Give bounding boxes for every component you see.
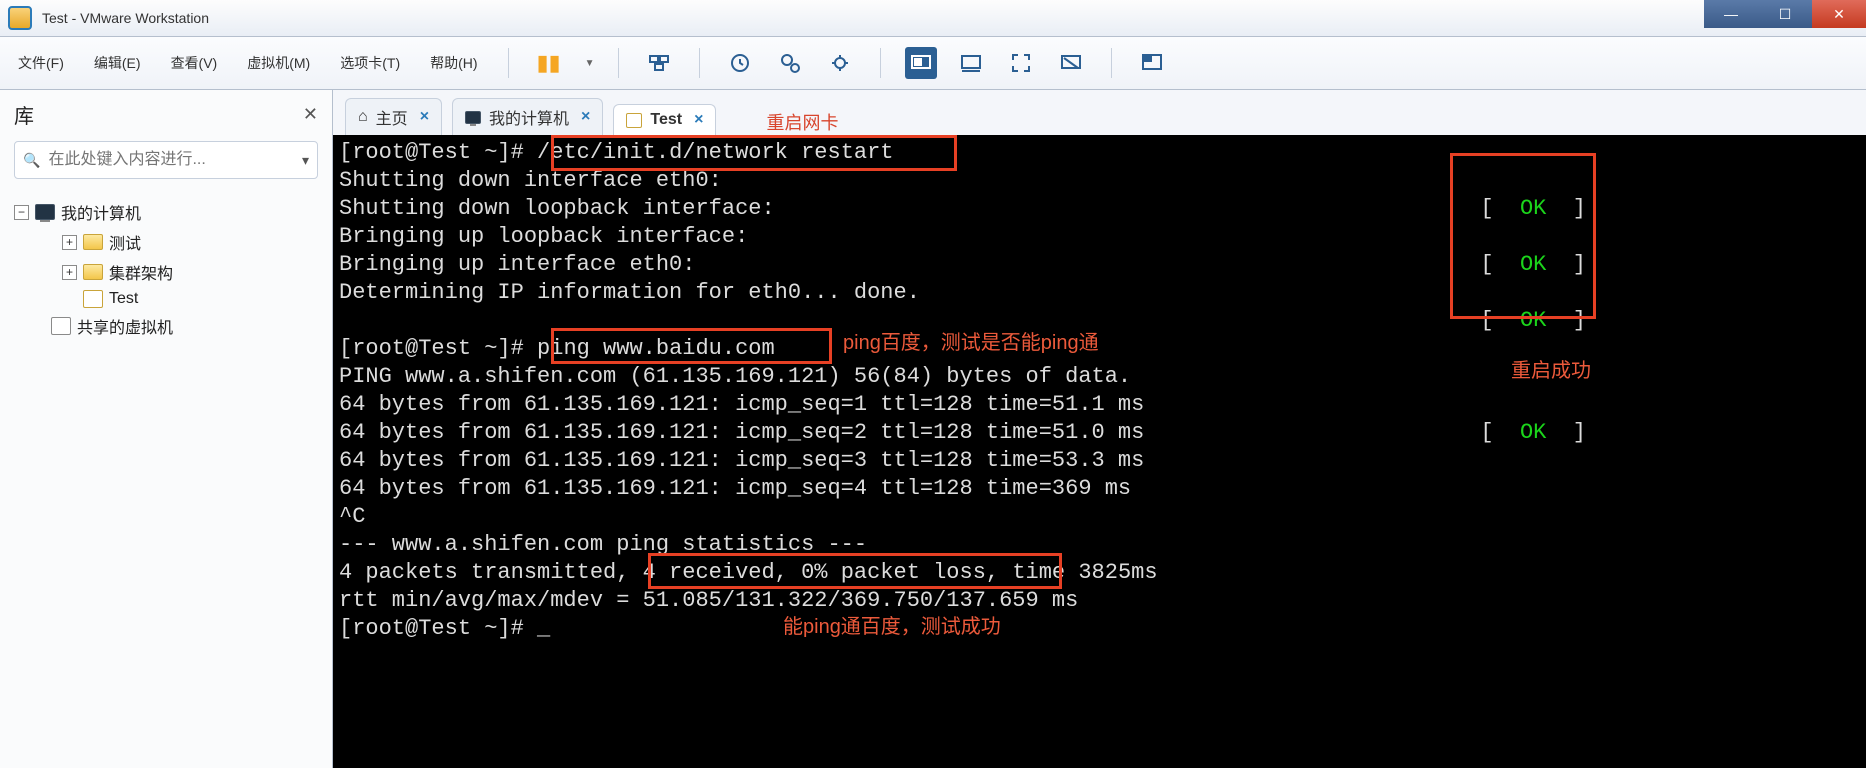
title-bar: Test - VMware Workstation — ☐ ✕ [0,0,1866,37]
tree-item-cluster-folder[interactable]: + 集群架构 [54,257,326,287]
library-button[interactable] [1136,47,1168,79]
search-icon: 🔍 [23,152,40,169]
expand-icon[interactable]: + [62,265,77,280]
tree-root[interactable]: − 我的计算机 [6,197,326,227]
tab-label: 我的计算机 [489,105,569,129]
sidebar-close-icon[interactable]: ✕ [303,104,318,125]
minimize-button[interactable]: — [1704,0,1758,28]
tree-item-label: 测试 [109,230,141,254]
folder-icon [83,264,103,280]
tab-label: 主页 [376,105,408,129]
window-controls: — ☐ ✕ [1704,0,1866,28]
tab-test[interactable]: Test × [613,104,716,135]
sidebar-title: 库 [14,100,34,129]
sidebar: 库 ✕ 🔍 ▾ − 我的计算机 + 测试 + 集群架构 [0,90,333,768]
library-tree: − 我的计算机 + 测试 + 集群架构 Test [6,197,326,341]
send-ctrl-alt-del-button[interactable] [643,47,675,79]
revert-snapshot-button[interactable] [824,47,856,79]
tree-item-label: 共享的虚拟机 [77,314,173,338]
maximize-button[interactable]: ☐ [1758,0,1812,28]
menu-edit[interactable]: 编辑(E) [88,49,147,77]
expand-icon[interactable]: + [62,235,77,250]
tree-item-shared[interactable]: 共享的虚拟机 [22,311,326,341]
fullscreen-button[interactable] [1005,47,1037,79]
tab-close-icon[interactable]: × [694,111,703,129]
fit-guest-button[interactable] [905,47,937,79]
snapshot-button[interactable] [724,47,756,79]
tab-mypc[interactable]: 我的计算机 × [452,98,603,135]
annotation-restart-nic: 重启网卡 [766,109,838,135]
tab-close-icon[interactable]: × [420,108,429,126]
main-area: ⌂ 主页 × 我的计算机 × Test × 重启网卡 [root@Test ~]… [333,90,1866,768]
search-input[interactable] [46,150,296,170]
vm-icon [626,113,642,128]
annotation-restart-ok: 重启成功 [1511,357,1591,385]
menu-view[interactable]: 查看(V) [165,49,224,77]
home-icon: ⌂ [358,108,368,126]
folder-icon [83,234,103,250]
tab-label: Test [650,111,682,129]
annotation-ping-baidu: ping百度，测试是否能ping通 [843,329,1099,357]
computer-icon [35,204,55,220]
pause-dropdown-icon[interactable]: ▼ [585,58,595,69]
close-button[interactable]: ✕ [1812,0,1866,28]
pause-button[interactable]: ▮▮ [533,47,565,79]
tree-item-test-vm[interactable]: Test [54,287,326,311]
unity-button[interactable] [1055,47,1087,79]
tab-home[interactable]: ⌂ 主页 × [345,98,442,135]
sidebar-search[interactable]: 🔍 ▾ [14,141,318,179]
tab-close-icon[interactable]: × [581,108,590,126]
app-icon [8,6,32,30]
shared-icon [51,317,71,335]
menu-help[interactable]: 帮助(H) [424,49,483,77]
menu-bar: 文件(F) 编辑(E) 查看(V) 虚拟机(M) 选项卡(T) 帮助(H) ▮▮… [0,37,1866,90]
tab-bar: ⌂ 主页 × 我的计算机 × Test × 重启网卡 [333,90,1866,135]
menu-file[interactable]: 文件(F) [12,49,70,77]
tree-item-label: 集群架构 [109,260,173,284]
menu-vm[interactable]: 虚拟机(M) [241,49,316,77]
window-title: Test - VMware Workstation [42,10,209,26]
search-dropdown-icon[interactable]: ▾ [302,152,309,169]
ok-status-column: [ OK ] [ OK ] [ OK ] [ OK ] [1480,167,1586,447]
vm-terminal[interactable]: [root@Test ~]# /etc/init.d/network resta… [333,135,1866,768]
tree-item-label: Test [109,290,138,308]
collapse-icon[interactable]: − [14,205,29,220]
annotation-ping-ok: 能ping通百度，测试成功 [783,613,1001,641]
menu-tabs[interactable]: 选项卡(T) [334,49,406,77]
snapshot-manager-button[interactable] [774,47,806,79]
computer-icon [465,111,481,124]
tree-root-label: 我的计算机 [61,200,141,224]
tree-item-test-folder[interactable]: + 测试 [54,227,326,257]
console-view-button[interactable] [955,47,987,79]
vm-icon [83,290,103,308]
